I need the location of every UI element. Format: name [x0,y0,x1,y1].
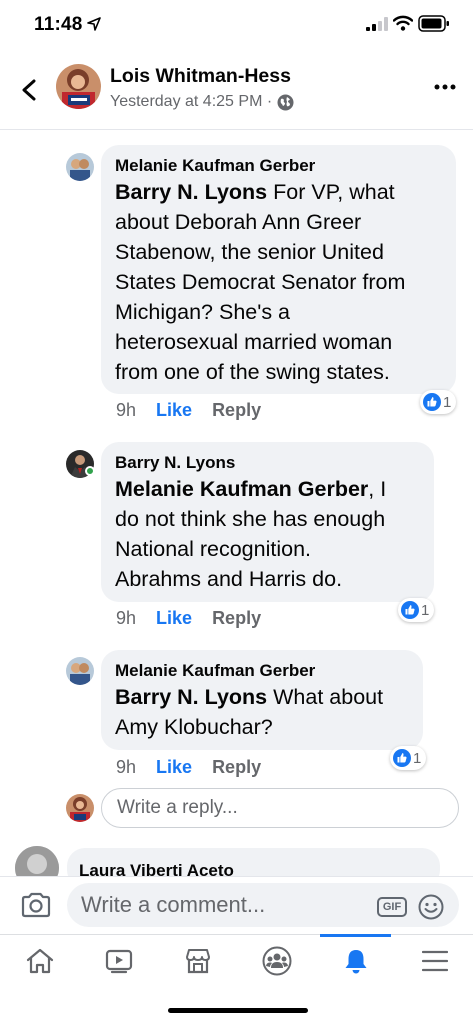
like-reaction-icon [423,393,441,411]
comment-line: heterosexual married woman [115,330,393,354]
comment-line: Amy Klobuchar? [115,715,273,739]
reaction-number: 1 [413,749,422,767]
post-header: Lois Whitman-Hess Yesterday at 4:25 PM · [0,55,473,130]
comment-line: about Deborah Ann Greer [115,210,362,234]
comment-author[interactable]: Melanie Kaufman Gerber [115,155,442,177]
reply-button[interactable]: Reply [212,757,261,778]
chevron-left-icon [22,79,36,101]
comment-line: from one of the swing states. [115,360,390,384]
comment-line: What about [273,685,384,709]
comment-line: States Democrat Senator from [115,270,406,294]
tab-groups[interactable] [237,935,316,987]
camera-icon[interactable] [20,891,52,919]
profile-photo-icon [56,64,101,109]
comment-text: Barry N. Lyons What about Amy Klobuchar? [115,682,409,742]
home-icon [26,948,53,974]
tab-notifications[interactable] [316,934,395,987]
like-reaction-icon [393,749,411,767]
comment-line: National recognition. [115,537,312,561]
online-status-indicator [85,466,95,476]
comment-mention[interactable]: Melanie Kaufman Gerber [115,477,368,501]
reaction-count[interactable]: 1 [390,746,427,770]
wifi-icon [393,15,413,31]
tab-watch[interactable] [79,935,158,987]
author-avatar[interactable] [56,64,101,109]
comment-bubble[interactable]: Barry N. Lyons Melanie Kaufman Gerber, I… [101,442,434,602]
reaction-count[interactable]: 1 [420,390,457,414]
comment-time: 9h [116,757,137,777]
like-button[interactable]: Like [156,400,192,421]
comment-mention[interactable]: Barry N. Lyons [115,180,267,204]
cellular-signal-icon [366,17,388,31]
tab-menu[interactable] [395,935,473,987]
reaction-count[interactable]: 1 [398,598,435,622]
tab-home[interactable] [0,935,79,987]
comment-actions: 9h Like Reply [116,757,261,778]
like-reaction-icon [401,601,419,619]
more-dots-icon [434,84,456,90]
tab-marketplace[interactable] [158,935,237,987]
comment-line: Abrahms and Harris do. [115,567,343,591]
comment-bubble[interactable]: Melanie Kaufman Gerber Barry N. Lyons Wh… [101,650,423,750]
marketplace-icon [185,949,210,974]
status-bar: 11:48 [0,0,473,50]
comment-author[interactable]: Barry N. Lyons [115,452,420,474]
comment-actions: 9h Like Reply [116,608,261,629]
comment-line: Stabenow, the senior United [115,240,384,264]
commenter-avatar[interactable] [66,657,94,685]
more-options-button[interactable] [430,77,460,97]
comment-line: , I [368,477,387,501]
battery-icon [418,15,449,32]
comment-actions: 9h Like Reply [116,400,261,421]
comment-line: do not think she has enough [115,507,386,531]
comment-time: 9h [116,400,137,420]
post-meta: Yesterday at 4:25 PM · [110,93,294,111]
globe-icon [277,94,294,110]
comment-bubble[interactable]: Melanie Kaufman Gerber Barry N. Lyons Fo… [101,145,456,394]
comment-text: Barry N. Lyons For VP, what about Debora… [115,177,442,387]
comment-text: Melanie Kaufman Gerber, I do not think s… [115,474,420,594]
profile-photo-icon [66,794,94,822]
reply-button[interactable]: Reply [212,400,261,421]
watch-icon [105,949,132,974]
reaction-number: 1 [421,601,430,619]
profile-photo-icon [66,657,94,685]
reaction-number: 1 [443,393,452,411]
commenter-avatar[interactable] [66,153,94,181]
menu-icon [421,950,448,972]
comment-mention[interactable]: Barry N. Lyons [115,685,267,709]
comment-line: For VP, what [273,180,395,204]
post-timestamp: Yesterday at 4:25 PM · [110,93,273,110]
like-button[interactable]: Like [156,608,192,629]
author-name[interactable]: Lois Whitman-Hess [110,65,291,88]
reply-button[interactable]: Reply [212,608,261,629]
back-button[interactable] [14,75,44,105]
home-indicator[interactable] [168,1008,308,1013]
comment-author[interactable]: Melanie Kaufman Gerber [115,660,409,682]
groups-icon [262,946,291,976]
reply-placeholder: Write a reply... [117,797,238,818]
reply-input[interactable]: Write a reply... [101,788,459,828]
my-avatar [66,794,94,822]
comment-composer: Write a comment... GIF [0,876,473,934]
comment-line: Michigan? She's a [115,300,291,324]
gif-button[interactable]: GIF [377,897,407,917]
like-button[interactable]: Like [156,757,192,778]
comment-placeholder: Write a comment... [81,892,266,917]
comment-time: 9h [116,608,137,628]
emoji-icon[interactable] [418,894,444,920]
profile-photo-icon [66,153,94,181]
location-arrow-icon [87,17,101,31]
notifications-icon [345,950,366,974]
status-time: 11:48 [34,14,83,35]
